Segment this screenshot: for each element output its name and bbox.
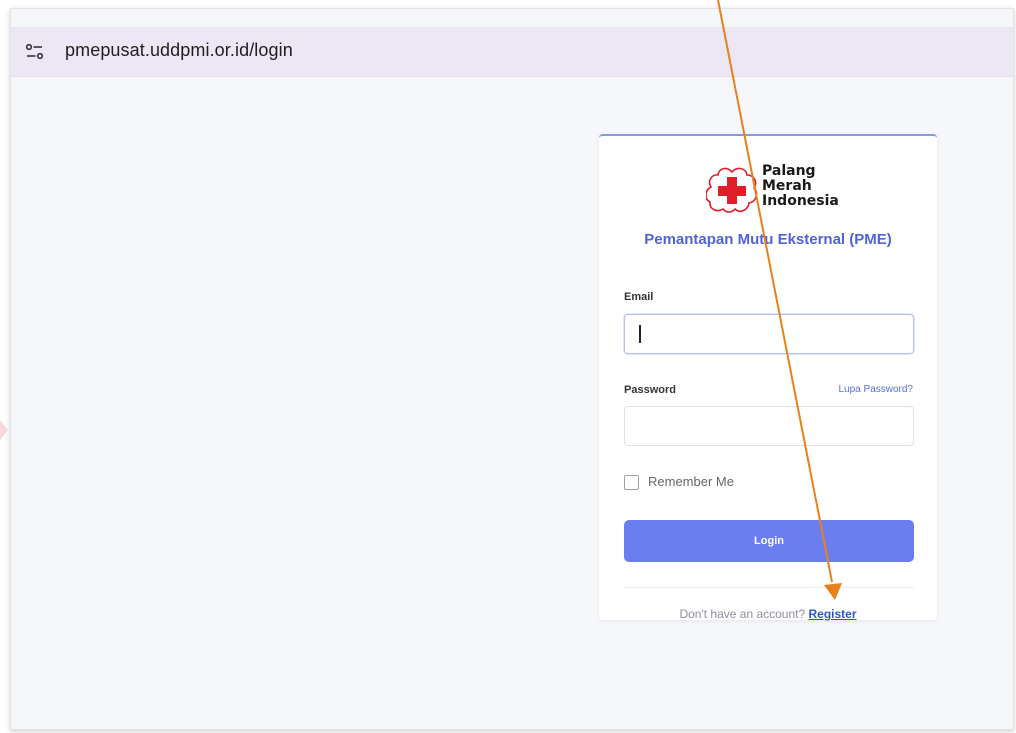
tune-icon[interactable] (25, 42, 45, 62)
password-field[interactable] (624, 406, 914, 446)
logo-line-1: Palang (762, 163, 816, 179)
login-button[interactable]: Login (624, 520, 914, 562)
register-row: Don't have an account? Register (599, 607, 937, 621)
red-cross-flower-icon (706, 167, 758, 213)
password-label: Password (624, 384, 676, 396)
login-card: Palang Merah Indonesia Pemantapan Mutu E… (599, 134, 937, 621)
remember-me-label[interactable]: Remember Me (648, 474, 734, 489)
app-title: Pemantapan Mutu Eksternal (PME) (644, 231, 892, 248)
logo-line-3: Indonesia (762, 193, 839, 209)
email-field[interactable] (624, 314, 914, 354)
url-text[interactable]: pmepusat.uddpmi.or.id/login (65, 40, 293, 61)
forgot-password-link[interactable]: Lupa Password? (839, 384, 914, 395)
pmi-logo: Palang Merah Indonesia (706, 160, 839, 218)
logo-line-2: Merah (762, 178, 812, 194)
register-prompt: Don't have an account? (679, 607, 809, 621)
browser-window: pmepusat.uddpmi.or.id/login Palang Merah… (10, 8, 1014, 730)
register-link[interactable]: Register (809, 607, 857, 621)
text-caret (639, 325, 641, 343)
page-content: Palang Merah Indonesia Pemantapan Mutu E… (27, 85, 1007, 717)
address-bar[interactable]: pmepusat.uddpmi.or.id/login (11, 27, 1013, 77)
email-label: Email (624, 291, 654, 303)
remember-me-checkbox[interactable] (624, 475, 639, 490)
background-accent-shape (0, 420, 8, 440)
logo-text: Palang Merah Indonesia (762, 164, 839, 209)
divider (624, 587, 914, 588)
